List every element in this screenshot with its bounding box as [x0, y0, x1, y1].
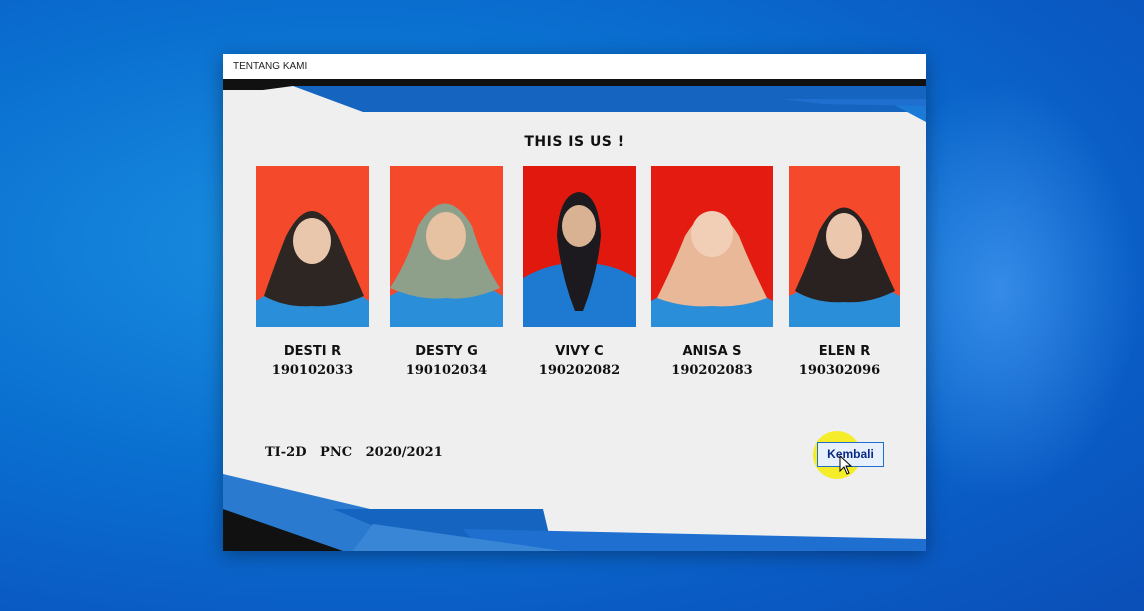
member-photo-1: [256, 166, 369, 327]
member-photo-3: [523, 166, 636, 327]
member-photo-4: [651, 166, 773, 327]
class-info: TI-2D PNC 2020/2021: [265, 445, 443, 460]
mouse-cursor-icon: [839, 455, 853, 475]
member-name: VIVY C: [555, 344, 604, 359]
member-nim: 190202082: [538, 363, 621, 378]
member-nim: 190302096: [798, 363, 881, 378]
member-name: ELEN R: [818, 344, 871, 359]
member-nim: 190102034: [405, 363, 488, 378]
member-nim: 190102033: [271, 363, 354, 378]
member-photo-5: [789, 166, 900, 327]
member-photo-2: [390, 166, 503, 327]
page-heading: THIS IS US !: [524, 134, 625, 150]
about-window: TENTANG KAMI THIS IS US ! DESTI R DESTY …: [223, 54, 926, 551]
member-name: DESTI R: [283, 344, 342, 359]
member-name: ANISA S: [682, 344, 742, 359]
member-nim: 190202083: [671, 363, 753, 378]
member-name: DESTY G: [415, 344, 478, 359]
